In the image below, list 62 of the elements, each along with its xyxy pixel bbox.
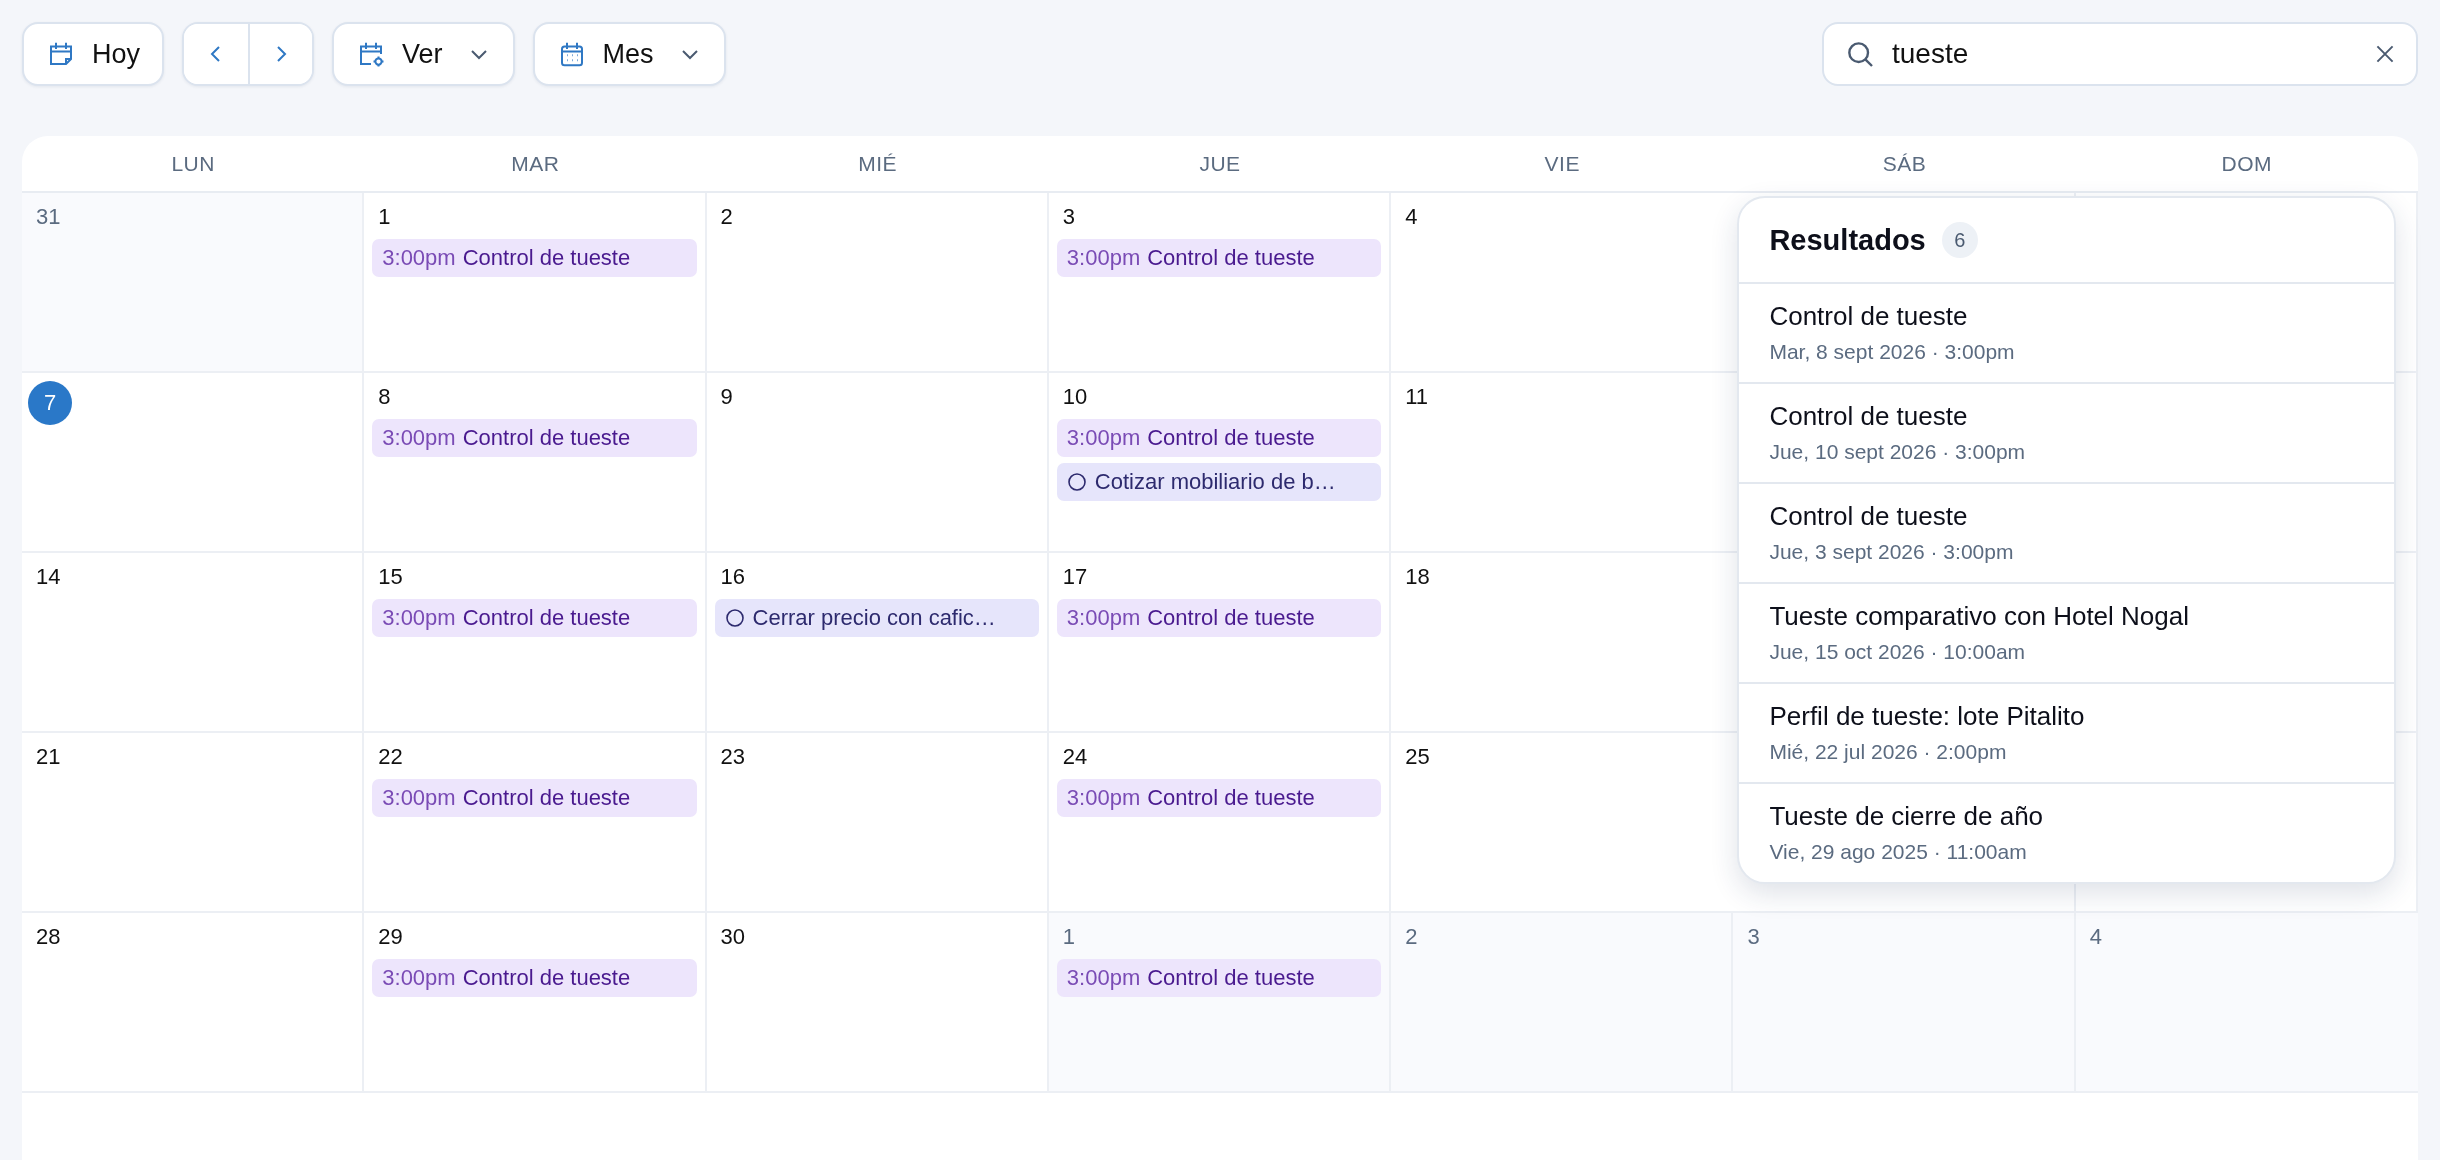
result-item[interactable]: Control de tueste Jue, 10 sept 2026 · 3:00pm <box>1739 384 2394 484</box>
weekday-label: SÁB <box>1882 151 1927 176</box>
result-item[interactable]: Tueste de cierre de año Vie, 29 ago 2025 · 11:00am <box>1739 784 2394 882</box>
day-number: 31 <box>35 203 62 231</box>
day-number: 3 <box>1746 923 1761 951</box>
day-number: 22 <box>377 743 404 771</box>
day-number: 23 <box>719 743 747 771</box>
day-number: 30 <box>719 923 747 951</box>
calendar-event[interactable]: 3:00pm Control de tueste <box>372 419 697 457</box>
weekday-label: JUE <box>1199 151 1241 176</box>
day-number: 18 <box>1404 563 1431 591</box>
calendar-event[interactable]: 3:00pm Control de tueste <box>1056 959 1382 997</box>
calendar-event[interactable]: 3:00pm Control de tueste <box>372 959 697 997</box>
calendar-event[interactable]: 3:00pm Control de tueste <box>1056 419 1382 457</box>
weekday-label: DOM <box>2221 151 2273 176</box>
day-number: 24 <box>1061 743 1089 771</box>
results-count: 6 <box>1941 222 1978 258</box>
calendar-event[interactable]: 3:00pm Control de tueste <box>372 779 697 817</box>
calendar-task[interactable]: Cerrar precio con cafic… <box>714 599 1039 637</box>
range-dropdown[interactable]: Mes <box>532 22 726 86</box>
day-number: 17 <box>1061 563 1089 591</box>
calendar-event[interactable]: 3:00pm Control de tueste <box>1056 599 1382 637</box>
day-number: 2 <box>719 203 734 231</box>
day-number: 4 <box>2088 923 2103 951</box>
result-item[interactable]: Control de tueste Mar, 8 sept 2026 · 3:00pm <box>1739 284 2394 384</box>
weekday-label: VIE <box>1544 151 1580 176</box>
calendar-event[interactable]: 3:00pm Control de tueste <box>1056 239 1382 277</box>
circle-icon <box>724 608 745 628</box>
previous-button[interactable] <box>184 24 248 84</box>
search-field[interactable]: tueste <box>1822 22 2418 86</box>
day-number: 9 <box>719 383 734 411</box>
circle-icon <box>1066 472 1087 492</box>
day-number: 29 <box>377 923 404 951</box>
day-number: 7 <box>28 381 72 425</box>
calendar-event[interactable]: 3:00pm Control de tueste <box>372 239 697 277</box>
day-number: 25 <box>1404 743 1431 771</box>
day-number: 4 <box>1404 203 1419 231</box>
weekday-label: LUN <box>171 151 215 176</box>
day-number: 16 <box>719 563 747 591</box>
weekday-label: MIÉ <box>858 151 898 176</box>
calendar-task[interactable]: Cotizar mobiliario de b… <box>1056 463 1382 501</box>
day-number: 1 <box>1061 923 1077 951</box>
day-number: 28 <box>35 923 62 951</box>
day-number: 14 <box>35 563 62 591</box>
result-item[interactable]: Control de tueste Jue, 3 sept 2026 · 3:00pm <box>1739 484 2394 584</box>
day-number: 8 <box>377 383 392 411</box>
result-item[interactable]: Perfil de tueste: lote Pitalito Mié, 22 jul 2026 · 2:00pm <box>1739 684 2394 784</box>
day-number: 10 <box>1061 383 1089 411</box>
day-number: 1 <box>377 203 392 231</box>
day-number: 11 <box>1404 383 1429 411</box>
calendar-event[interactable]: 3:00pm Control de tueste <box>1056 779 1382 817</box>
result-item[interactable]: Tueste comparativo con Hotel Nogal Jue, 15 oct 2026 · 10:00am <box>1739 584 2394 684</box>
weekday-label: MAR <box>511 151 560 176</box>
calendar-event[interactable]: 3:00pm Control de tueste <box>372 599 697 637</box>
today-button[interactable]: Hoy <box>22 22 164 86</box>
day-number: 21 <box>35 743 62 771</box>
day-number: 2 <box>1404 923 1419 951</box>
view-dropdown[interactable]: Ver <box>332 22 515 86</box>
day-number: 15 <box>377 563 404 591</box>
day-number: 3 <box>1061 203 1077 231</box>
next-button[interactable] <box>248 24 312 84</box>
results-title: Resultados <box>1769 223 1926 257</box>
